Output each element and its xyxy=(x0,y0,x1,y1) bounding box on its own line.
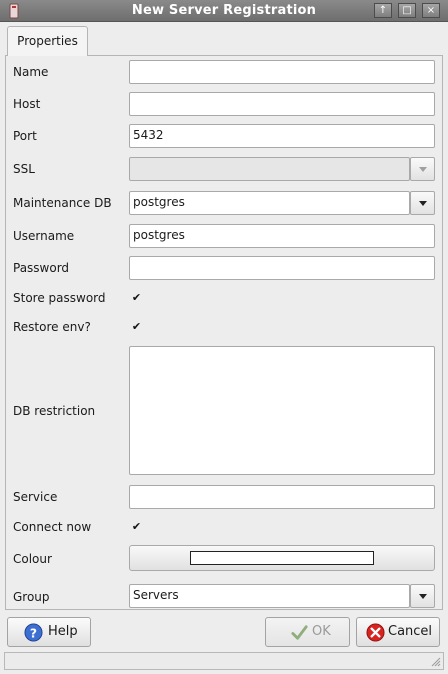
window-up-button[interactable]: ↑ xyxy=(374,3,392,18)
store-password-label: Store password xyxy=(13,291,106,305)
chevron-down-icon xyxy=(419,594,427,599)
window-maximize-button[interactable]: □ xyxy=(398,3,416,18)
username-input[interactable]: postgres xyxy=(129,224,435,248)
name-input[interactable] xyxy=(129,60,435,84)
maintenance-db-dropdown-button[interactable] xyxy=(410,191,435,215)
store-password-checkbox[interactable]: ✔ xyxy=(131,292,142,303)
db-restriction-label: DB restriction xyxy=(13,404,96,418)
db-restriction-textarea[interactable] xyxy=(129,346,435,475)
host-input[interactable] xyxy=(129,92,435,116)
status-bar xyxy=(4,652,444,670)
service-label: Service xyxy=(13,490,58,504)
connect-now-label: Connect now xyxy=(13,520,92,534)
ssl-select[interactable] xyxy=(129,157,410,181)
chevron-down-icon xyxy=(419,167,427,172)
username-label: Username xyxy=(13,229,75,243)
window-close-button[interactable]: × xyxy=(422,3,440,18)
help-button[interactable]: ? Help xyxy=(7,617,91,647)
service-input[interactable] xyxy=(129,485,435,509)
ok-button[interactable]: OK xyxy=(265,617,350,647)
group-dropdown-button[interactable] xyxy=(410,584,435,608)
help-label: Help xyxy=(48,624,78,639)
svg-text:?: ? xyxy=(30,626,37,640)
resize-grip-icon[interactable] xyxy=(431,657,441,667)
maintenance-db-label: Maintenance DB xyxy=(13,196,112,210)
port-label: Port xyxy=(13,129,37,143)
ok-label: OK xyxy=(312,624,331,639)
checkmark-icon xyxy=(291,625,308,640)
tab-properties[interactable]: Properties xyxy=(7,26,88,56)
chevron-down-icon xyxy=(419,201,427,206)
restore-env-label: Restore env? xyxy=(13,320,91,334)
ssl-label: SSL xyxy=(13,162,35,176)
host-label: Host xyxy=(13,97,41,111)
group-select[interactable]: Servers xyxy=(129,584,410,608)
ssl-dropdown-button[interactable] xyxy=(410,157,435,181)
port-input[interactable]: 5432 xyxy=(129,124,435,148)
restore-env-checkbox[interactable]: ✔ xyxy=(131,321,142,332)
colour-swatch xyxy=(190,551,374,565)
name-label: Name xyxy=(13,65,49,79)
cancel-icon xyxy=(366,623,385,642)
help-icon: ? xyxy=(24,623,43,642)
colour-label: Colour xyxy=(13,552,52,566)
cancel-label: Cancel xyxy=(388,624,433,639)
cancel-button[interactable]: Cancel xyxy=(356,617,440,647)
maintenance-db-select[interactable]: postgres xyxy=(129,191,410,215)
colour-picker-button[interactable] xyxy=(129,545,435,571)
connect-now-checkbox[interactable]: ✔ xyxy=(131,521,142,532)
password-label: Password xyxy=(13,261,70,275)
title-bar[interactable]: New Server Registration ↑ □ × xyxy=(0,0,448,22)
password-input[interactable] xyxy=(129,256,435,280)
group-label: Group xyxy=(13,590,50,604)
